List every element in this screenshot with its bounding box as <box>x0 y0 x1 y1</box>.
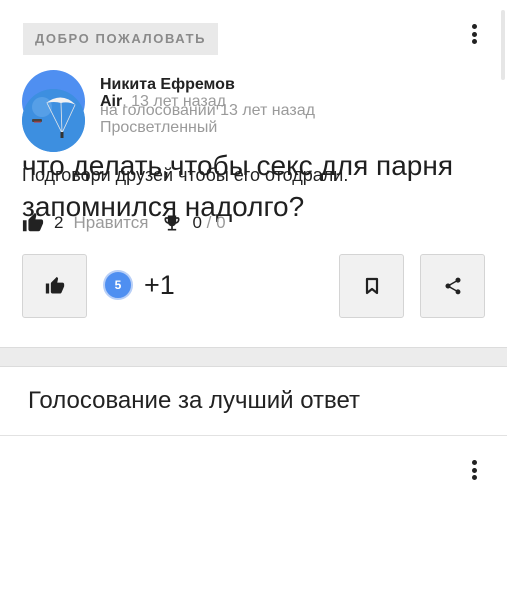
like-icon <box>45 276 64 294</box>
answer-text: Подговори друзей чтобы его отодрали. <box>22 165 349 185</box>
answer-author: Air, 13 лет назад <box>100 93 226 111</box>
score-total: 0 <box>216 213 226 232</box>
best-answer-score: 0 / 0 <box>192 213 225 233</box>
vote-count: +1 <box>144 270 175 300</box>
scrollbar[interactable] <box>501 10 505 80</box>
answer-time: , 13 лет назад <box>122 93 226 110</box>
score-won: 0 <box>192 213 202 232</box>
like-label[interactable]: Нравится <box>73 213 148 233</box>
trophy-icon[interactable] <box>162 213 182 233</box>
answer-footer: 2 Нравится 0 / 0 <box>22 211 226 235</box>
more-vertical-icon[interactable] <box>464 458 484 482</box>
vote-indicator[interactable]: 5 <box>103 270 133 300</box>
more-vertical-icon[interactable] <box>464 22 484 46</box>
parachute-image <box>22 89 85 152</box>
answer-avatar[interactable] <box>22 89 85 152</box>
answer-author-name[interactable]: Air <box>100 93 122 110</box>
divider <box>0 435 507 436</box>
share-button[interactable] <box>420 254 485 318</box>
like-count: 2 <box>54 213 64 232</box>
answers-section-title: Голосование за лучший ответ <box>28 387 361 414</box>
vote-indicator-value: 5 <box>114 278 122 292</box>
welcome-badge: Добро пожаловать <box>23 23 219 55</box>
share-icon <box>445 277 460 295</box>
author-name[interactable]: Никита Ефремов <box>100 76 235 94</box>
score-separator: / <box>201 213 217 232</box>
like-button[interactable] <box>22 254 87 318</box>
bookmark-icon <box>365 277 378 295</box>
like-icon[interactable] <box>22 212 44 234</box>
answer-author-rank: Просветленный <box>100 119 218 136</box>
answers-card: Голосование за лучший ответ <box>0 366 507 604</box>
bookmark-button[interactable] <box>339 254 404 318</box>
